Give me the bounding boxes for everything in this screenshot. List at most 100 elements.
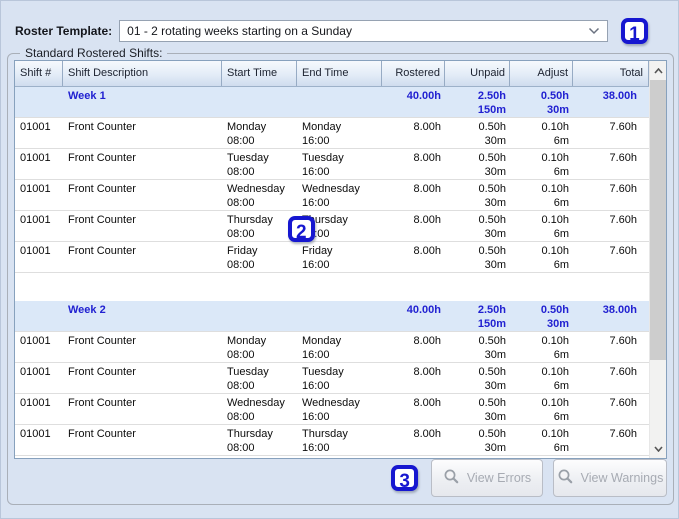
shift-description-cell: Front Counter	[63, 425, 222, 455]
rostered-cell: 8.00h	[382, 149, 445, 179]
column-header-unpaid[interactable]: Unpaid	[445, 61, 510, 86]
shift-row[interactable]: 01001Front CounterWednesday08:00Wednesda…	[15, 394, 649, 425]
adjust-cell: 0.10h6m	[510, 118, 573, 148]
column-header-end-time[interactable]: End Time	[297, 61, 382, 86]
shift-description-cell: Front Counter	[63, 118, 222, 148]
column-header-shift-number[interactable]: Shift #	[15, 61, 63, 86]
rostered-cell: 8.00h	[382, 332, 445, 362]
shift-row[interactable]: 01001Front CounterThursday08:00Thursday1…	[15, 211, 649, 242]
adjust-cell: 0.10h6m	[510, 211, 573, 241]
total-cell: 7.60h	[573, 149, 649, 179]
week-end-cell	[297, 87, 382, 117]
start-time-cell: Monday08:00	[222, 118, 297, 148]
total-cell: 7.60h	[573, 363, 649, 393]
end-time-cell: Friday16:00	[297, 242, 382, 272]
column-header-start-time[interactable]: Start Time	[222, 61, 297, 86]
shift-row[interactable]: 01001Front CounterWednesday08:00Wednesda…	[15, 180, 649, 211]
shift-number-cell: 01001	[15, 149, 63, 179]
column-header-total[interactable]: Total	[573, 61, 649, 86]
total-cell: 7.60h	[573, 242, 649, 272]
view-errors-button[interactable]: View Errors	[431, 459, 543, 497]
unpaid-cell: 0.50h30m	[445, 394, 510, 424]
column-header-shift-description[interactable]: Shift Description	[63, 61, 222, 86]
shift-row[interactable]: 01001Front CounterMonday08:00Monday16:00…	[15, 332, 649, 363]
week-shift-number-cell	[15, 301, 63, 331]
unpaid-cell: 0.50h30m	[445, 363, 510, 393]
roster-template-dropdown[interactable]: 01 - 2 rotating weeks starting on a Sund…	[119, 20, 608, 42]
shift-description-cell: Front Counter	[63, 332, 222, 362]
end-time-cell: Monday16:00	[297, 118, 382, 148]
total-cell: 7.60h	[573, 332, 649, 362]
adjust-cell: 0.10h6m	[510, 332, 573, 362]
unpaid-cell: 0.50h30m	[445, 425, 510, 455]
magnifier-icon	[557, 468, 574, 488]
shift-number-cell: 01001	[15, 242, 63, 272]
start-time-cell: Wednesday08:00	[222, 394, 297, 424]
rostered-cell: 8.00h	[382, 211, 445, 241]
shift-row[interactable]: 01001Front CounterTuesday08:00Tuesday16:…	[15, 149, 649, 180]
spacer-row	[15, 273, 649, 301]
view-warnings-button[interactable]: View Warnings	[553, 459, 667, 497]
unpaid-cell: 0.50h30m	[445, 211, 510, 241]
shift-row[interactable]: 01001Front CounterThursday08:00Thursday1…	[15, 425, 649, 456]
total-cell: 7.60h	[573, 180, 649, 210]
scrollbar-down-arrow-icon[interactable]	[650, 440, 666, 457]
end-time-cell: Tuesday16:00	[297, 363, 382, 393]
roster-template-selected-value: 01 - 2 rotating weeks starting on a Sund…	[127, 24, 588, 38]
rostered-cell: 8.00h	[382, 242, 445, 272]
total-cell: 7.60h	[573, 211, 649, 241]
chevron-down-icon	[588, 27, 600, 35]
week-adjust-total: 0.50h30m	[510, 87, 573, 117]
end-time-cell: Thursday16:00	[297, 425, 382, 455]
shifts-table: Shift # Shift Description Start Time End…	[14, 60, 667, 459]
rostered-cell: 8.00h	[382, 363, 445, 393]
groupbox-title: Standard Rostered Shifts:	[20, 46, 167, 61]
shift-description-cell: Front Counter	[63, 149, 222, 179]
table-header-row: Shift # Shift Description Start Time End…	[15, 61, 649, 87]
adjust-cell: 0.10h6m	[510, 394, 573, 424]
rostered-cell: 8.00h	[382, 180, 445, 210]
week-summary-row[interactable]: Week 140.00h2.50h150m0.50h30m38.00h	[15, 87, 649, 118]
end-time-cell: Wednesday16:00	[297, 394, 382, 424]
week-shift-number-cell	[15, 87, 63, 117]
rostered-cell: 8.00h	[382, 118, 445, 148]
week-total: 38.00h	[573, 301, 649, 331]
column-header-adjust[interactable]: Adjust	[510, 61, 573, 86]
week-start-cell	[222, 87, 297, 117]
shift-row[interactable]: 01001Front CounterFriday08:00Friday16:00…	[15, 242, 649, 273]
end-time-cell: Tuesday16:00	[297, 149, 382, 179]
view-errors-label: View Errors	[467, 471, 531, 485]
shift-description-cell: Front Counter	[63, 180, 222, 210]
shift-number-cell: 01001	[15, 425, 63, 455]
week-label: Week 2	[63, 301, 222, 331]
magnifier-icon	[443, 468, 460, 488]
week-summary-row[interactable]: Week 240.00h2.50h150m0.50h30m38.00h	[15, 301, 649, 332]
shift-number-cell: 01001	[15, 118, 63, 148]
start-time-cell: Monday08:00	[222, 332, 297, 362]
actions-bar: 3 View Errors View Warnings	[391, 459, 667, 497]
week-unpaid-total: 2.50h150m	[445, 87, 510, 117]
scrollbar-up-arrow-icon[interactable]	[650, 62, 666, 79]
start-time-cell: Tuesday08:00	[222, 149, 297, 179]
view-warnings-label: View Warnings	[581, 471, 664, 485]
total-cell: 7.60h	[573, 394, 649, 424]
scrollbar-thumb[interactable]	[650, 80, 666, 360]
total-cell: 7.60h	[573, 118, 649, 148]
shift-number-cell: 01001	[15, 363, 63, 393]
annotation-badge-3: 3	[391, 465, 418, 491]
shift-description-cell: Front Counter	[63, 242, 222, 272]
shift-number-cell: 01001	[15, 180, 63, 210]
vertical-scrollbar[interactable]	[649, 61, 666, 458]
unpaid-cell: 0.50h30m	[445, 242, 510, 272]
column-header-rostered[interactable]: Rostered	[382, 61, 445, 86]
start-time-cell: Wednesday08:00	[222, 180, 297, 210]
adjust-cell: 0.10h6m	[510, 180, 573, 210]
shift-description-cell: Front Counter	[63, 211, 222, 241]
shift-row[interactable]: 01001Front CounterMonday08:00Monday16:00…	[15, 118, 649, 149]
shift-row[interactable]: 01001Front CounterTuesday08:00Tuesday16:…	[15, 363, 649, 394]
end-time-cell: Monday16:00	[297, 332, 382, 362]
rostered-cell: 8.00h	[382, 425, 445, 455]
start-time-cell: Tuesday08:00	[222, 363, 297, 393]
roster-template-bar: Roster Template: 01 - 2 rotating weeks s…	[15, 18, 670, 44]
total-cell: 7.60h	[573, 425, 649, 455]
